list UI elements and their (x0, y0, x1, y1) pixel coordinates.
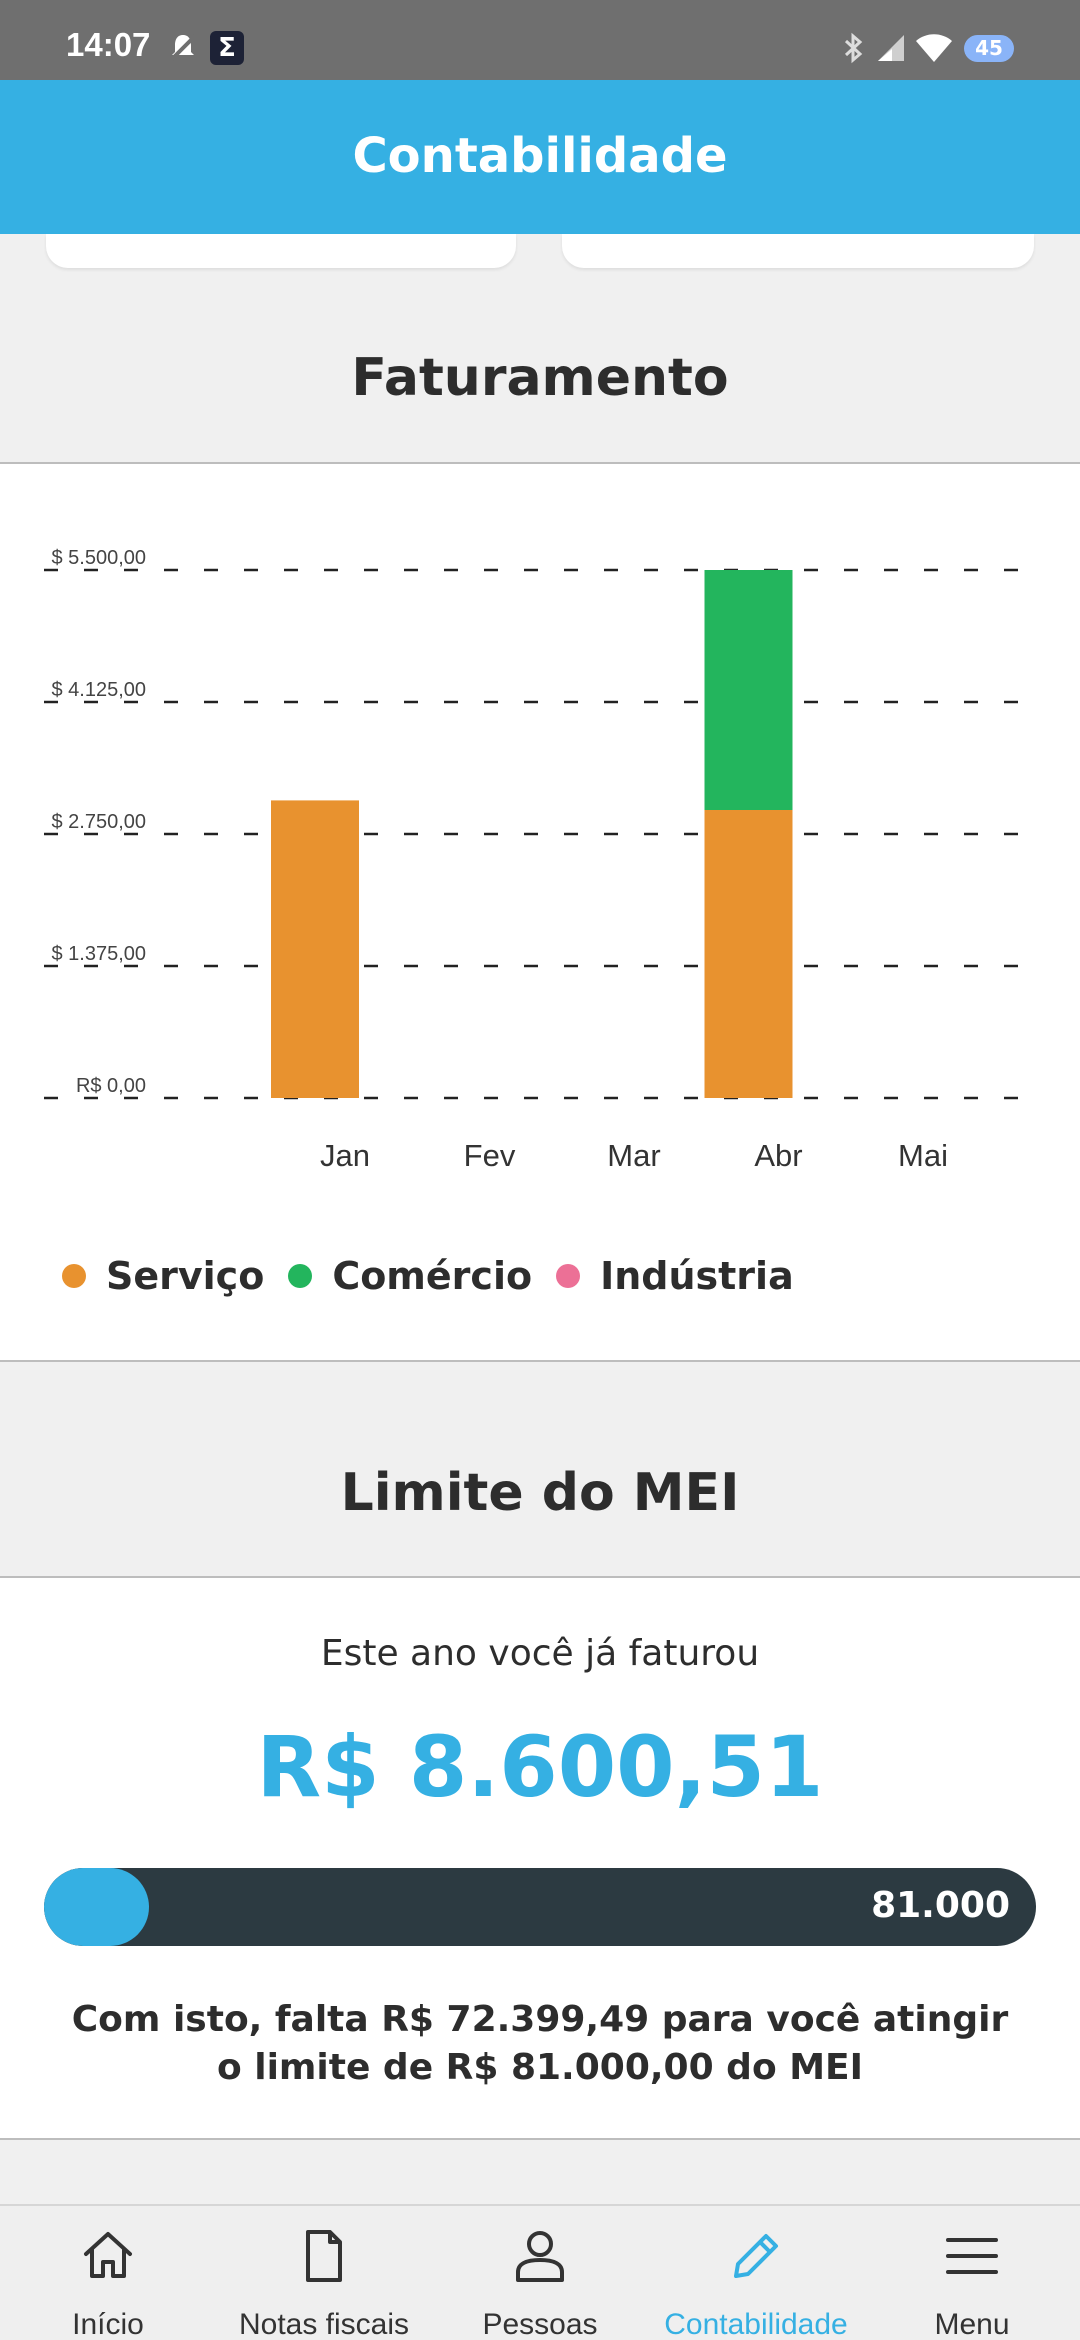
nav-label: Contabilidade (664, 2308, 848, 2340)
y-tick-label: $ 2.750,00 (51, 811, 146, 833)
limite-progress-bar: 81.000 (44, 1868, 1036, 1946)
bar-serviço (271, 800, 359, 1098)
person-icon (516, 2231, 564, 2282)
limite-message-line2: o limite de R$ 81.000,00 do MEI (216, 2047, 864, 2088)
nav-item-inicio[interactable]: Início (0, 2206, 216, 2340)
faturamento-chart: R$ 0,00 $ 1.375,00 $ 2.750,00 $ 4.125,00 $ 5… (44, 547, 1036, 1173)
x-tick-label: Abr (754, 1138, 802, 1173)
nav-label: Início (72, 2308, 144, 2340)
chart-legend: Serviço Comércio Indústria (62, 1254, 818, 1298)
faturamento-title: Faturamento (351, 348, 729, 408)
status-bar: 14:07 Σ 45 (0, 0, 1080, 80)
bottom-nav: Início Notas fiscais Pessoas Contabilida… (0, 2204, 1080, 2340)
limite-progress-max: 81.000 (871, 1885, 1010, 1926)
battery-icon: 45 (964, 35, 1014, 62)
x-tick-label: Jan (320, 1138, 370, 1173)
y-tick-label: $ 4.125,00 (51, 679, 146, 701)
limite-progress-fill (44, 1868, 150, 1946)
legend-item-comercio[interactable]: Comércio (288, 1254, 532, 1298)
legend-dot (288, 1264, 313, 1288)
wifi-icon (916, 34, 952, 62)
nav-item-pessoas[interactable]: Pessoas (432, 2206, 648, 2340)
card-stub-right[interactable] (562, 234, 1034, 268)
nav-item-menu[interactable]: Menu (864, 2206, 1080, 2340)
nav-label: Menu (934, 2308, 1010, 2340)
legend-label: Comércio (332, 1254, 533, 1298)
signal-icon (878, 35, 904, 61)
nav-item-notas-fiscais[interactable]: Notas fiscais (216, 2206, 432, 2340)
legend-item-industria[interactable]: Indústria (556, 1254, 794, 1298)
limite-message: Com isto, falta R$ 72.399,49 para você a… (0, 1996, 1080, 2092)
document-icon (306, 2230, 342, 2282)
x-tick-label: Mar (607, 1138, 660, 1173)
faturamento-chart-panel: R$ 0,00 $ 1.375,00 $ 2.750,00 $ 4.125,00 $ 5… (0, 462, 1080, 1362)
card-stub-left[interactable] (46, 234, 516, 268)
limite-panel: Este ano você já faturou R$ 8.600,51 81.… (0, 1576, 1080, 2140)
sigma-app-icon: Σ (210, 31, 244, 65)
page-title: Contabilidade (352, 128, 728, 184)
legend-dot (62, 1264, 86, 1288)
nav-label: Notas fiscais (238, 2308, 410, 2340)
bar-serviço (704, 810, 793, 1098)
nav-item-contabilidade[interactable]: Contabilidade (648, 2206, 864, 2340)
y-tick-label: R$ 0,00 (76, 1075, 146, 1097)
y-tick-label: $ 5.500,00 (51, 547, 146, 569)
nav-label: Pessoas (482, 2308, 598, 2340)
y-tick-label: $ 1.375,00 (51, 943, 146, 965)
notification-off-icon (170, 34, 197, 61)
x-tick-label: Fev (464, 1138, 516, 1173)
legend-label: Serviço (106, 1254, 265, 1298)
legend-label: Indústria (600, 1254, 794, 1298)
status-time: 14:07 (66, 26, 151, 63)
app-bar: Contabilidade (0, 80, 1080, 234)
bluetooth-icon (844, 32, 863, 64)
limite-title: Limite do MEI (340, 1463, 740, 1523)
bar-comércio (704, 570, 793, 810)
home-icon (84, 2232, 132, 2278)
menu-icon (946, 2238, 998, 2274)
limite-subtitle: Este ano você já faturou (320, 1633, 760, 1674)
pencil-icon (734, 2234, 778, 2278)
x-tick-label: Mai (898, 1138, 948, 1173)
limite-message-line1: Com isto, falta R$ 72.399,49 para você a… (71, 1999, 1009, 2040)
limite-amount: R$ 8.600,51 (256, 1718, 824, 1816)
legend-item-servico[interactable]: Serviço (62, 1254, 264, 1298)
legend-dot (556, 1264, 581, 1288)
